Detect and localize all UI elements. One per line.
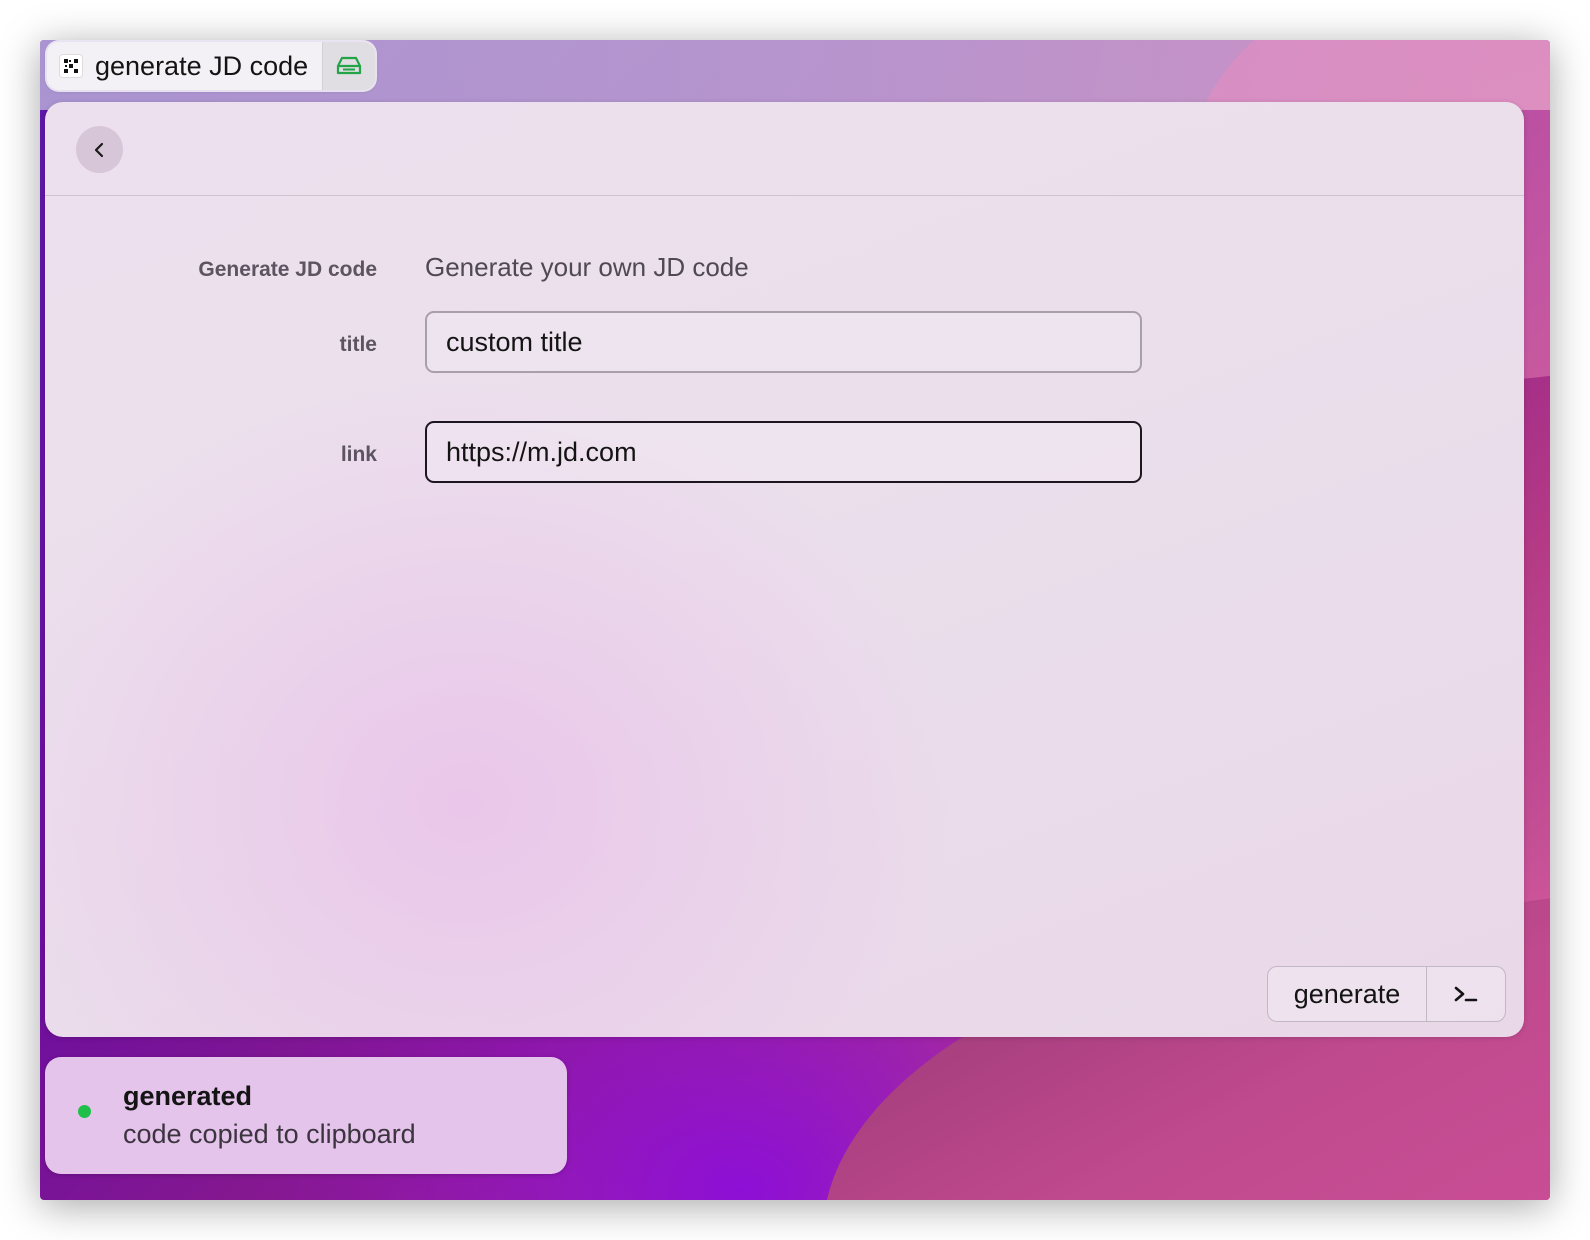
action-button-group: generate [1267, 966, 1506, 1022]
drive-icon [337, 56, 362, 75]
section-description: Generate your own JD code [425, 252, 749, 282]
toast-notification: generated code copied to clipboard [45, 1057, 567, 1174]
toast-title: generated [123, 1081, 253, 1111]
title-field-label: title [339, 333, 377, 356]
generate-button[interactable]: generate [1268, 967, 1427, 1021]
link-field-label: link [340, 443, 377, 466]
link-input[interactable] [425, 421, 1142, 483]
panel-header [45, 102, 1524, 196]
chevron-left-icon [94, 142, 103, 157]
toast-message: code copied to clipboard [123, 1119, 416, 1149]
main-panel: Generate JD code Generate your own JD co… [45, 102, 1524, 1037]
window-title-chip: generate JD code [47, 42, 376, 90]
drive-button[interactable] [322, 42, 376, 90]
title-input[interactable] [425, 311, 1142, 373]
status-dot-icon [78, 1105, 91, 1118]
section-label: Generate JD code [198, 258, 377, 281]
terminal-icon [1454, 986, 1478, 1002]
window-title: generate JD code [95, 50, 309, 81]
terminal-button[interactable] [1427, 967, 1505, 1021]
qr-grid-icon [60, 55, 82, 77]
back-button[interactable] [76, 126, 123, 173]
